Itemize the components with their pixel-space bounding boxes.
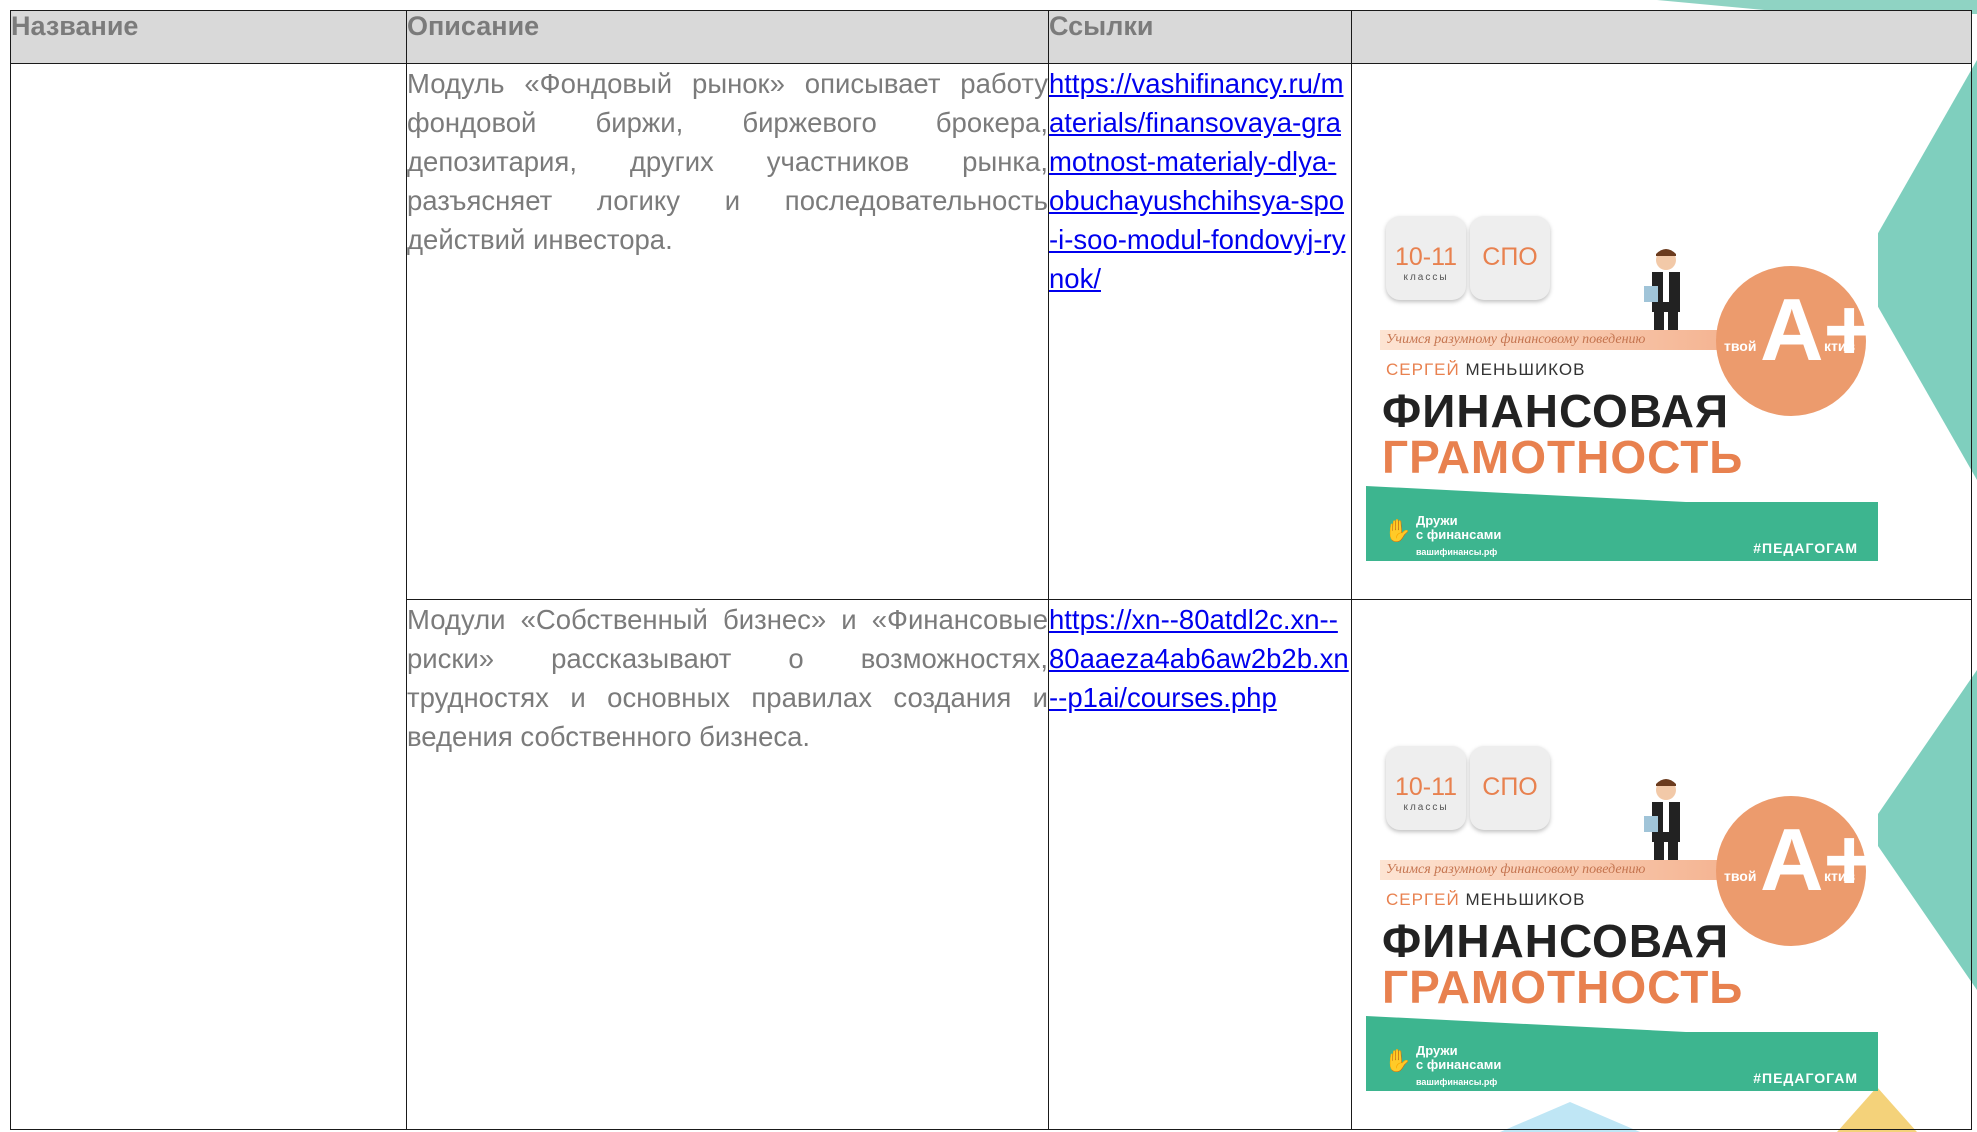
book-title-line2: ГРАМОТНОСТЬ [1382, 431, 1744, 483]
cover-image-cell: 10-11 классы СПО Учимся разумному финанс… [1351, 63, 1972, 600]
hashtag-label: #ПЕДАГОГАМ [1753, 1070, 1858, 1086]
resources-table: Название Описание Ссылки Модуль «Фондовы… [10, 10, 1972, 1130]
column-header-name: Название [10, 10, 407, 64]
cover-image-cell: 10-11 классы СПО Учимся разумному финанс… [1351, 599, 1972, 1130]
friends-brand-text: Дружи с финансами вашифинансы.рф [1416, 1043, 1502, 1088]
link-cell: https://xn--80atdl2c.xn--80aaeza4ab6aw2b… [1048, 599, 1352, 1130]
green-bar-slant [1366, 1016, 1686, 1032]
friends-brand-text: Дружи с финансами вашифинансы.рф [1416, 513, 1502, 558]
slogan-stripe: Учимся разумному финансовому поведению [1380, 860, 1740, 880]
aktiv-logo-circle: твой A+ ктив [1716, 796, 1875, 946]
column-header-image [1351, 10, 1972, 64]
hashtag-label: #ПЕДАГОГАМ [1753, 540, 1858, 556]
book-title-line2: ГРАМОТНОСТЬ [1382, 961, 1744, 1013]
name-cell [10, 63, 407, 1130]
module-link[interactable]: https://xn--80atdl2c.xn--80aaeza4ab6aw2b… [1049, 604, 1349, 713]
spo-badge: СПО [1470, 746, 1550, 830]
module-link[interactable]: https://vashifinancy.ru/materials/finans… [1049, 68, 1345, 294]
author-name: СЕРГЕЙ МЕНЬШИКОВ [1386, 890, 1586, 909]
grades-badge: 10-11 классы [1386, 216, 1466, 300]
column-header-description: Описание [406, 10, 1049, 64]
description-cell: Модули «Собственный бизнес» и «Финансовы… [406, 599, 1049, 1130]
slogan-stripe: Учимся разумному финансовому поведению [1380, 330, 1740, 350]
green-bar-slant [1366, 486, 1686, 502]
column-header-links: Ссылки [1048, 10, 1352, 64]
book-cover-image: 10-11 классы СПО Учимся разумному финанс… [1366, 656, 1878, 1091]
friends-logo-icon: ✋ [1384, 1048, 1412, 1073]
table-header-row: Название Описание Ссылки [10, 10, 1972, 64]
spo-badge: СПО [1470, 216, 1550, 300]
author-name: СЕРГЕЙ МЕНЬШИКОВ [1386, 360, 1586, 379]
friends-logo-icon: ✋ [1384, 518, 1412, 543]
grades-badge: 10-11 классы [1386, 746, 1466, 830]
link-cell: https://vashifinancy.ru/materials/finans… [1048, 63, 1352, 600]
table-row: Модуль «Фондовый рынок» описывает работу… [10, 63, 1972, 1130]
aktiv-logo-circle: твой A+ ктив [1716, 266, 1875, 416]
description-cell: Модуль «Фондовый рынок» описывает работу… [406, 63, 1049, 600]
book-cover-image: 10-11 классы СПО Учимся разумному финанс… [1366, 126, 1878, 561]
